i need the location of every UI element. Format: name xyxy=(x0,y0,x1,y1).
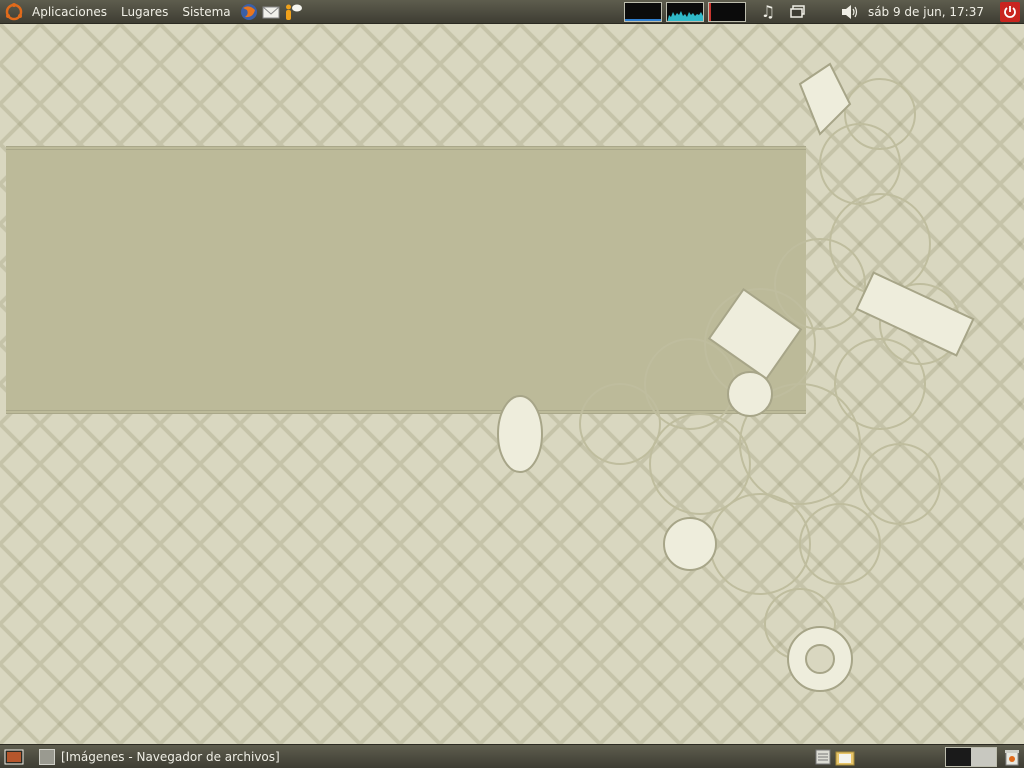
memory-monitor[interactable] xyxy=(707,1,746,22)
ubuntu-logo-icon[interactable] xyxy=(4,2,24,22)
menu-lugares[interactable]: Lugares xyxy=(114,1,175,23)
clock[interactable]: sáb 9 de jun, 17:37 xyxy=(868,5,984,19)
top-panel: Aplicaciones Lugares Sistema ♫ sáb 9 de … xyxy=(0,0,1024,24)
display-icon[interactable] xyxy=(788,2,808,22)
menu-aplicaciones[interactable]: Aplicaciones xyxy=(25,1,114,23)
window-task-label: [Imágenes - Navegador de archivos] xyxy=(61,749,280,764)
power-icon[interactable] xyxy=(1000,1,1020,22)
music-icon[interactable]: ♫ xyxy=(758,2,778,22)
trash-icon[interactable] xyxy=(1002,747,1022,767)
cpu-monitor[interactable] xyxy=(623,1,662,22)
workspace-switcher[interactable] xyxy=(945,746,997,767)
volume-icon[interactable] xyxy=(840,2,860,22)
show-desktop-icon[interactable] xyxy=(4,747,24,767)
messenger-icon[interactable] xyxy=(283,2,303,22)
wallpaper-illustration xyxy=(497,62,975,692)
mail-icon[interactable] xyxy=(261,2,281,22)
workspace-1[interactable] xyxy=(946,747,971,766)
desktop-wallpaper xyxy=(0,24,1024,744)
workspace-2[interactable] xyxy=(971,747,996,766)
bottom-panel: [Imágenes - Navegador de archivos] xyxy=(0,744,1024,768)
network-monitor[interactable] xyxy=(665,1,704,22)
window-task-button[interactable]: [Imágenes - Navegador de archivos] xyxy=(33,747,793,767)
note-icon[interactable] xyxy=(813,747,833,767)
folder-icon[interactable] xyxy=(835,747,855,767)
firefox-icon[interactable] xyxy=(239,2,259,22)
file-manager-icon xyxy=(39,748,55,765)
menu-sistema[interactable]: Sistema xyxy=(175,1,237,23)
